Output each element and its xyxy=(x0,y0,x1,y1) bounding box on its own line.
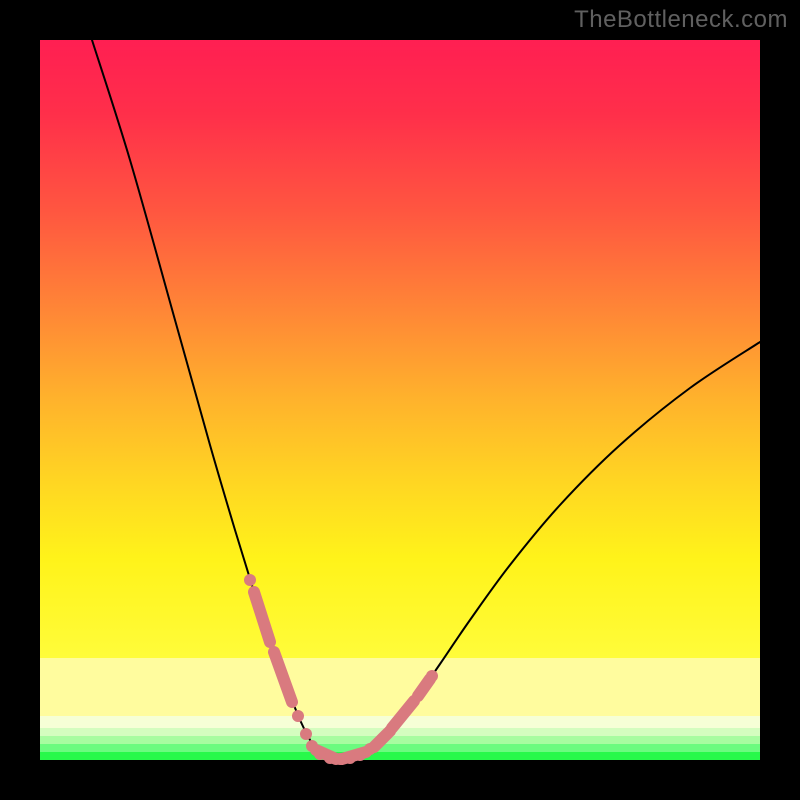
marker-dots-group xyxy=(244,574,438,765)
marker-pills-group xyxy=(254,592,430,759)
marker-dot xyxy=(364,743,376,755)
chart-svg xyxy=(40,40,760,760)
chart-frame: TheBottleneck.com xyxy=(0,0,800,800)
watermark-text: TheBottleneck.com xyxy=(574,6,788,34)
bottleneck-curve xyxy=(92,40,760,759)
marker-dot xyxy=(292,710,304,722)
marker-dot xyxy=(384,725,396,737)
marker-dot xyxy=(244,574,256,586)
marker-pill xyxy=(254,592,270,642)
plot-area xyxy=(40,40,760,760)
marker-pill xyxy=(274,652,292,702)
marker-dot xyxy=(426,670,438,682)
marker-dot xyxy=(354,749,366,761)
marker-dot xyxy=(300,728,312,740)
marker-pill xyxy=(392,701,414,728)
marker-pill xyxy=(418,679,430,696)
